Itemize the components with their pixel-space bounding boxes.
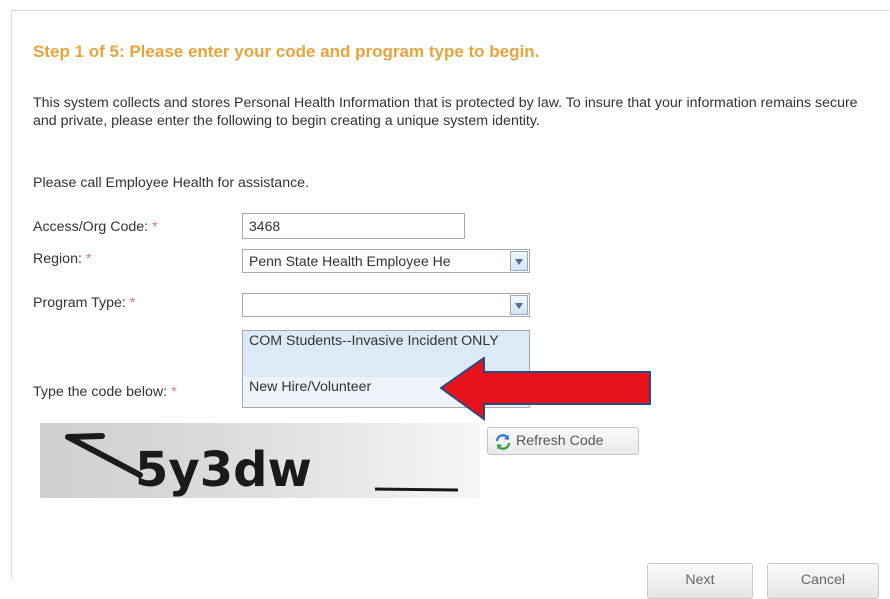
chevron-down-icon — [515, 259, 523, 265]
refresh-code-button[interactable]: Refresh Code — [487, 427, 639, 455]
region-dropdown-button[interactable] — [510, 251, 528, 271]
required-marker: * — [85, 251, 92, 267]
access-code-label-text: Access/Org Code: — [33, 219, 149, 235]
region-select[interactable]: Penn State Health Employee He — [242, 249, 530, 273]
captcha-text: 5y3dw — [135, 442, 312, 498]
access-code-input[interactable] — [242, 213, 465, 239]
region-label: Region: * — [33, 251, 91, 267]
step-title: Step 1 of 5: Please enter your code and … — [33, 42, 540, 61]
annotation-arrow-icon — [440, 357, 651, 421]
intro-text: This system collects and stores Personal… — [33, 95, 858, 129]
region-select-value: Penn State Health Employee He — [249, 253, 451, 269]
captcha-image: 5y3dw — [40, 423, 480, 498]
required-marker: * — [129, 295, 136, 311]
refresh-code-label: Refresh Code — [516, 433, 604, 449]
program-type-select[interactable] — [242, 293, 530, 317]
access-code-label: Access/Org Code: * — [33, 219, 158, 235]
assistance-text: Please call Employee Health for assistan… — [33, 175, 310, 191]
program-type-dropdown-button[interactable] — [510, 295, 528, 315]
cancel-label: Cancel — [800, 572, 846, 588]
captcha-label: Type the code below: * — [33, 384, 177, 400]
next-button[interactable]: Next — [647, 563, 753, 599]
captcha-label-text: Type the code below: — [33, 384, 168, 400]
next-label: Next — [685, 572, 715, 588]
region-label-text: Region: — [33, 251, 82, 267]
refresh-icon — [494, 433, 512, 456]
required-marker: * — [171, 384, 177, 400]
required-marker: * — [152, 219, 158, 235]
captcha-graphic: 5y3dw — [65, 433, 459, 498]
program-type-label: Program Type: * — [33, 295, 135, 311]
cancel-button[interactable]: Cancel — [767, 563, 879, 599]
chevron-down-icon — [515, 303, 523, 309]
program-type-label-text: Program Type: — [33, 295, 126, 311]
